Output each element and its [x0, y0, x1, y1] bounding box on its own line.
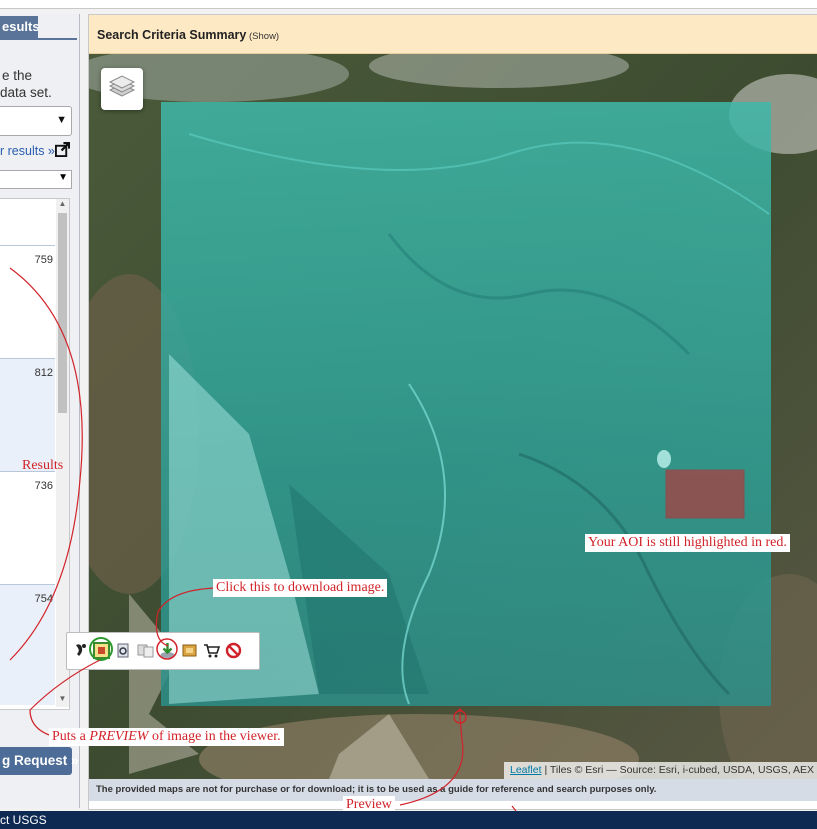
show-criteria-link[interactable]: (Show): [249, 31, 279, 42]
search-criteria-header: Search Criteria Summary (Show): [89, 15, 817, 54]
bulk-download-icon[interactable]: [181, 642, 198, 659]
search-criteria-title: Search Criteria Summary: [97, 28, 247, 42]
list-item[interactable]: 759: [0, 245, 55, 358]
intro-text-line2: data set.: [0, 85, 52, 100]
results-tab[interactable]: esults: [0, 16, 38, 38]
map-attribution: Leaflet | Tiles © Esri — Source: Esri, i…: [504, 762, 817, 779]
list-item[interactable]: 754: [0, 584, 55, 705]
aoi-rectangle: [665, 469, 745, 519]
map-viewer[interactable]: Leaflet | Tiles © Esri — Source: Esri, i…: [89, 54, 817, 779]
result-id: 812: [34, 367, 53, 379]
scroll-up-icon[interactable]: ▲: [56, 199, 69, 212]
intro-text-line1: e the: [2, 68, 33, 83]
preview-note-annotation: Puts a PREVIEW of image in the viewer.: [49, 728, 284, 746]
layers-icon: [108, 75, 136, 97]
site-footer: ct USGS: [0, 811, 817, 829]
result-id: 759: [34, 254, 53, 266]
submit-request-label: g Request »: [2, 753, 79, 768]
external-link-icon[interactable]: [55, 142, 70, 157]
result-toolbar: [66, 632, 260, 670]
results-annotation: Results: [22, 458, 64, 473]
download-icon[interactable]: [159, 642, 176, 659]
preview-icon[interactable]: [93, 642, 110, 659]
compare-icon[interactable]: [137, 642, 154, 659]
result-id: 736: [34, 480, 53, 492]
cart-icon[interactable]: [203, 642, 220, 659]
results-panel: esults e the data set. ▼ r results » ▼ 7…: [0, 14, 80, 808]
footprint-icon[interactable]: [72, 642, 89, 659]
map-panel: Search Criteria Summary (Show) Leaflet |…: [88, 14, 817, 810]
leaflet-link[interactable]: Leaflet: [510, 764, 542, 776]
preview-note-prefix: Puts a: [52, 729, 90, 744]
metadata-icon[interactable]: [115, 642, 132, 659]
dataset-select[interactable]: ▼: [0, 106, 72, 136]
results-list: 759 812 736 754 ▲ ▼: [0, 198, 70, 710]
download-annotation: Click this to download image.: [213, 579, 388, 597]
preview-note-emphasis: PREVIEW: [89, 729, 149, 744]
submit-request-button[interactable]: g Request »: [0, 747, 79, 775]
sort-select[interactable]: ▼: [0, 170, 72, 189]
scroll-down-icon[interactable]: ▼: [56, 694, 69, 707]
attribution-text: | Tiles © Esri — Source: Esri, i-cubed, …: [541, 764, 814, 776]
scrollbar[interactable]: ▲ ▼: [56, 199, 69, 707]
chevron-down-icon: ▼: [56, 114, 67, 126]
satellite-basemap: [89, 54, 817, 779]
aoi-annotation: Your AOI is still highlighted in red.: [585, 534, 790, 552]
scrollbar-thumb[interactable]: [58, 213, 67, 413]
contact-usgs-link[interactable]: ct USGS: [0, 813, 47, 827]
preview-note-suffix: of image in the viewer.: [148, 729, 281, 744]
layers-button[interactable]: [101, 68, 143, 110]
results-link[interactable]: r results »: [0, 144, 55, 158]
map-disclaimer: The provided maps are not for purchase o…: [89, 779, 817, 801]
list-item[interactable]: 736: [0, 471, 55, 584]
chevron-down-icon: ▼: [58, 172, 68, 183]
result-id: 754: [34, 593, 53, 605]
list-item[interactable]: 812: [0, 358, 55, 471]
exclude-icon[interactable]: [225, 642, 242, 659]
top-bar: [0, 0, 817, 9]
